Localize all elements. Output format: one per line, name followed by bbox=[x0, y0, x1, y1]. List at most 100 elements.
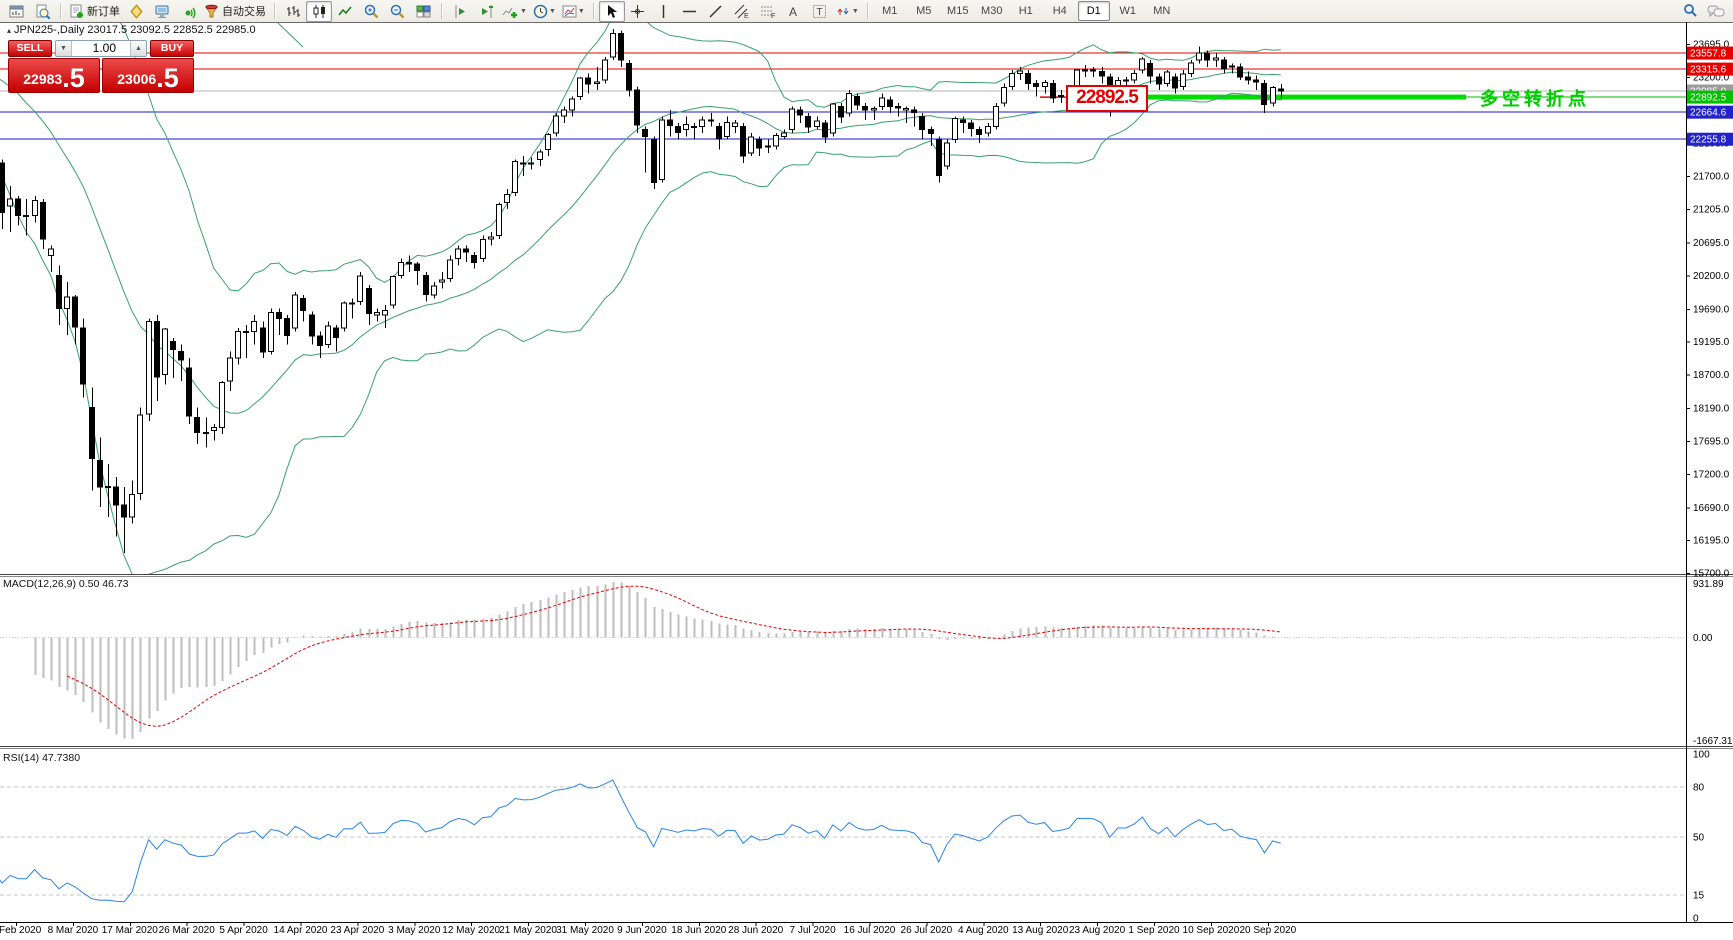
volume-value[interactable]: 1.00 bbox=[72, 41, 130, 56]
price-alert-label[interactable]: 22892.5 bbox=[1066, 85, 1148, 112]
candle-bull bbox=[660, 120, 665, 180]
candle-bear bbox=[896, 107, 901, 108]
toolbar-separator bbox=[441, 3, 442, 19]
volume-decrease-button[interactable]: ▼ bbox=[56, 41, 72, 56]
chart-title: ▴JPN225-,Daily 23017.5 23092.5 22852.5 2… bbox=[7, 24, 256, 36]
candle-bear bbox=[823, 123, 828, 137]
bar-chart-icon[interactable] bbox=[280, 1, 306, 22]
one-click-panel[interactable]: SELL ▼ 1.00 ▲ BUY 22983.5 23006.5 bbox=[8, 40, 194, 93]
axis-label: 12 May 2020 bbox=[442, 925, 500, 936]
autotrading-button[interactable]: 自动交易 bbox=[201, 1, 269, 22]
candle-bear bbox=[122, 505, 127, 517]
axis-label: 21205.0 bbox=[1693, 204, 1730, 215]
timeframe-h1[interactable]: H1 bbox=[1010, 1, 1042, 21]
candle-bear bbox=[334, 328, 339, 337]
axis-label: 20200.0 bbox=[1693, 271, 1730, 282]
timeframe-m15[interactable]: M15 bbox=[942, 1, 974, 21]
indicators-icon[interactable]: ▼ bbox=[499, 1, 530, 22]
buy-price[interactable]: 23006.5 bbox=[102, 58, 194, 93]
macd-pane bbox=[0, 582, 1686, 739]
candle-bull bbox=[1140, 59, 1145, 70]
candle-bear bbox=[717, 126, 722, 139]
buy-button[interactable]: BUY bbox=[150, 40, 194, 57]
candle-bull bbox=[1083, 70, 1088, 71]
candle-bull bbox=[904, 109, 909, 110]
chevron-down-icon: ▼ bbox=[578, 8, 585, 15]
new-order-button[interactable]: 新订单 bbox=[66, 1, 123, 22]
timeframe-h4[interactable]: H4 bbox=[1044, 1, 1076, 21]
chevron-down-icon: ▼ bbox=[549, 8, 556, 15]
candle-bear bbox=[937, 140, 942, 176]
terminal-icon[interactable] bbox=[149, 1, 175, 22]
candle-bear bbox=[912, 110, 917, 113]
axis-label: 19195.0 bbox=[1693, 337, 1730, 348]
vertical-line-icon[interactable] bbox=[651, 1, 677, 22]
candle-bull bbox=[1197, 53, 1202, 60]
chart-shift-icon[interactable] bbox=[447, 1, 473, 22]
candle-bull bbox=[106, 486, 111, 487]
fibonacci-icon[interactable]: F bbox=[755, 1, 781, 22]
macd-indicator-label: MACD(12,26,9) 0.50 46.73 bbox=[3, 578, 129, 590]
chat-icon[interactable] bbox=[1703, 1, 1729, 22]
zoom-out-icon[interactable] bbox=[384, 1, 410, 22]
equidistant-channel-icon[interactable]: E bbox=[729, 1, 755, 22]
arrows-icon[interactable]: ▼ bbox=[833, 1, 862, 22]
volume-increase-button[interactable]: ▲ bbox=[130, 41, 146, 56]
text-icon[interactable]: A bbox=[781, 1, 807, 22]
cursor-icon[interactable] bbox=[599, 1, 625, 22]
crosshair-icon[interactable] bbox=[625, 1, 651, 22]
candle-bull bbox=[595, 82, 600, 83]
horizontal-line-icon[interactable] bbox=[677, 1, 703, 22]
periods-icon[interactable]: ▼ bbox=[530, 1, 559, 22]
svg-text:T: T bbox=[817, 7, 823, 18]
timeframe-d1[interactable]: D1 bbox=[1078, 1, 1110, 21]
chart-autoscroll-icon[interactable] bbox=[473, 1, 499, 22]
candle-bear bbox=[1173, 77, 1178, 88]
timeframe-m5[interactable]: M5 bbox=[908, 1, 940, 21]
chart-window-icon[interactable] bbox=[3, 1, 29, 22]
volume-stepper[interactable]: ▼ 1.00 ▲ bbox=[55, 40, 147, 57]
candle-bull bbox=[578, 78, 583, 97]
candle-bear bbox=[668, 120, 673, 126]
axis-label: 23557.8 bbox=[1690, 49, 1727, 60]
candle-bear bbox=[114, 487, 119, 505]
search-icon[interactable] bbox=[1677, 1, 1703, 22]
print-preview-icon[interactable] bbox=[29, 1, 55, 22]
chevron-down-icon: ▼ bbox=[852, 8, 859, 15]
chart-canvas[interactable]: 23695.023200.022195.021700.021205.020695… bbox=[0, 22, 1733, 940]
axis-label: 23315.6 bbox=[1690, 65, 1727, 76]
candle-bear bbox=[310, 315, 315, 336]
thick-green-trendline[interactable] bbox=[1147, 95, 1466, 100]
line-chart-icon[interactable] bbox=[332, 1, 358, 22]
svg-text:A: A bbox=[789, 5, 797, 19]
sell-price[interactable]: 22983.5 bbox=[8, 58, 100, 93]
zoom-in-icon[interactable] bbox=[358, 1, 384, 22]
sell-button[interactable]: SELL bbox=[8, 40, 52, 57]
candle-bear bbox=[1034, 83, 1039, 86]
tile-windows-icon[interactable] bbox=[410, 1, 436, 22]
candle-bull bbox=[1165, 72, 1170, 83]
svg-text:E: E bbox=[744, 13, 749, 19]
timeframe-mn[interactable]: MN bbox=[1146, 1, 1178, 21]
candle-bear bbox=[1262, 83, 1267, 104]
metaeditor-icon[interactable] bbox=[123, 1, 149, 22]
signals-icon[interactable] bbox=[175, 1, 201, 22]
diagonal-annotation-line bbox=[277, 22, 303, 47]
timeframe-w1[interactable]: W1 bbox=[1112, 1, 1144, 21]
candle-bear bbox=[407, 263, 412, 264]
candle-bull bbox=[1002, 87, 1007, 103]
candle-bull bbox=[1132, 73, 1137, 80]
axis-label: 9 Jun 2020 bbox=[617, 925, 667, 936]
axis-label: 15 bbox=[1693, 891, 1705, 902]
timeframe-m30[interactable]: M30 bbox=[976, 1, 1008, 21]
candle-bull bbox=[1230, 66, 1235, 67]
templates-icon[interactable]: ▼ bbox=[559, 1, 588, 22]
trendline-icon[interactable] bbox=[703, 1, 729, 22]
candlestick-chart-icon[interactable] bbox=[306, 1, 332, 22]
candle-bear bbox=[1205, 54, 1210, 61]
axis-label: 17200.0 bbox=[1693, 469, 1730, 480]
candle-bull bbox=[432, 286, 437, 295]
axis-label: 1 Sep 2020 bbox=[1128, 925, 1180, 936]
timeframe-m1[interactable]: M1 bbox=[874, 1, 906, 21]
text-label-icon[interactable]: T bbox=[807, 1, 833, 22]
